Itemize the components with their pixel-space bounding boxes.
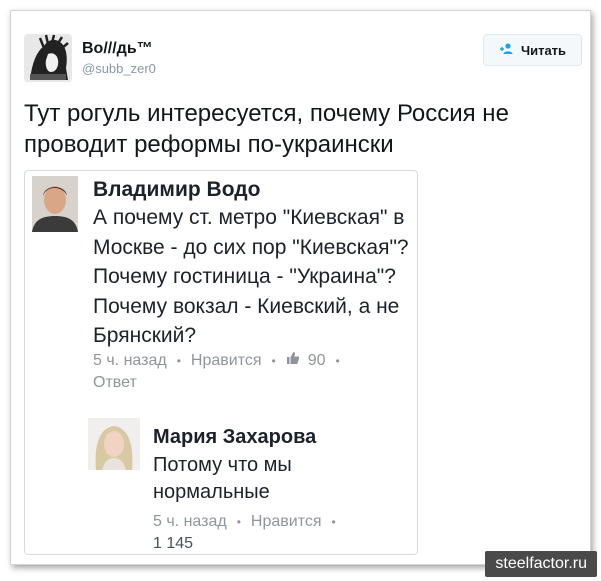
watermark: steelfactor.ru	[485, 551, 597, 577]
comment-author: Мария Захарова	[153, 426, 317, 448]
reply-link: Ответ	[93, 374, 137, 391]
separator-dot: •	[176, 354, 181, 368]
comment-text: Потому что мы нормальные	[153, 454, 292, 503]
comment-meta: 5 ч. назад • Нравится •	[153, 511, 346, 533]
separator-dot: •	[331, 515, 336, 529]
comment-time: 5 ч. назад	[93, 352, 167, 369]
add-user-icon	[499, 42, 515, 58]
tweet-text: Тут рогуль интересуется, почему Россия н…	[24, 100, 509, 158]
thumbs-up-icon	[286, 352, 300, 369]
follow-label: Читать	[520, 42, 567, 58]
display-name[interactable]: Во///дь™	[82, 40, 153, 58]
like-link: Нравится	[250, 513, 322, 530]
like-count: 1 145	[153, 535, 194, 552]
like-count: 90	[307, 352, 326, 369]
comment-time: 5 ч. назад	[153, 513, 227, 530]
comment-meta: 5 ч. назад • Нравится • 90 •	[93, 350, 350, 372]
comment-author: Владимир Водо	[93, 178, 261, 201]
follow-button[interactable]: Читать	[483, 34, 582, 66]
comment-avatar	[88, 418, 140, 470]
comment-text: А почему ст. метро "Киевская" в Москве -…	[93, 206, 409, 347]
separator-dot: •	[236, 515, 241, 529]
avatar[interactable]	[24, 34, 72, 82]
comment-avatar	[32, 176, 78, 232]
separator-dot: •	[335, 354, 340, 368]
separator-dot: •	[271, 354, 276, 368]
like-link: Нравится	[190, 352, 262, 369]
username-handle[interactable]: @subb_zer0	[82, 61, 156, 76]
